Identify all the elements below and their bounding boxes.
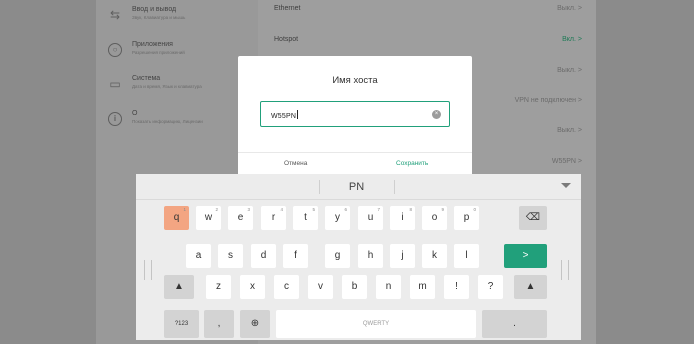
key-e[interactable]: e3 (228, 206, 253, 230)
key-k[interactable]: k (422, 244, 447, 268)
clear-icon[interactable]: × (432, 110, 441, 119)
row-value: Выкл. > (557, 5, 582, 12)
sidebar-item-subtitle: Разрешения приложений (132, 50, 185, 55)
hostname-input[interactable]: W55PN × (260, 101, 450, 127)
suggestion-word[interactable]: PN (319, 181, 394, 193)
key-j[interactable]: j (390, 244, 415, 268)
suggestion-divider (394, 180, 395, 194)
key-l[interactable]: l (454, 244, 479, 268)
key-m[interactable]: m (410, 275, 435, 299)
key-w[interactable]: w2 (196, 206, 221, 230)
key-question[interactable]: ? (478, 275, 503, 299)
settings-row-ethernet[interactable]: Ethernet Выкл. > (258, 0, 596, 26)
row-name: Ethernet (274, 5, 301, 12)
hostname-dialog: Имя хоста W55PN × Отмена Сохранить (238, 56, 472, 180)
sidebar-item-subtitle: Дата и время, Язык и клавиатура (132, 84, 202, 89)
sidebar-item-title: Ввод и вывод (132, 6, 177, 13)
text-cursor (296, 110, 298, 119)
sidebar-item-apps[interactable]: ○ Приложения Разрешения приложений (104, 37, 244, 65)
info-icon: i (108, 112, 122, 126)
hide-keyboard-icon[interactable] (561, 183, 571, 188)
on-screen-keyboard: PN q1 w2 e3 r4 t5 y6 u7 i8 o9 p0 ⌫ a s d… (136, 174, 581, 340)
key-p[interactable]: p0 (454, 206, 479, 230)
shift-key-left[interactable]: ▲ (164, 275, 194, 299)
row-name: Hotspot (274, 36, 299, 43)
dialog-title: Имя хоста (332, 75, 378, 86)
key-r[interactable]: r4 (261, 206, 286, 230)
hostname-input-value: W55PN (271, 110, 298, 120)
row-value: Выкл. > (557, 67, 582, 74)
backspace-icon: ⌫ (525, 212, 541, 223)
apps-icon: ○ (108, 43, 122, 57)
key-i[interactable]: i8 (390, 206, 415, 230)
globe-icon: ⊕ (250, 318, 260, 329)
sidebar-item-input-output[interactable]: ⇆ Ввод и вывод Звук, Клавиатура и мышь (104, 2, 244, 30)
monitor-icon: ▭ (109, 77, 121, 91)
sidebar-item-system[interactable]: ▭ Система Дата и время, Язык и клавиатур… (104, 71, 244, 99)
cancel-button[interactable]: Отмена (284, 160, 307, 167)
key-b[interactable]: b (342, 275, 367, 299)
key-n[interactable]: n (376, 275, 401, 299)
key-y[interactable]: y6 (325, 206, 350, 230)
row-value: W55PN > (551, 158, 582, 165)
row-value: Вкл. > (562, 36, 582, 43)
save-button[interactable]: Сохранить (396, 160, 428, 167)
space-key[interactable]: QWERTY (276, 310, 476, 338)
settings-row-hotspot[interactable]: Hotspot Вкл. > (258, 27, 596, 57)
sidebar-item-subtitle: Звук, Клавиатура и мышь (132, 15, 186, 20)
language-key[interactable]: ⊕ (240, 310, 270, 338)
input-text: W55PN (271, 113, 297, 120)
key-h[interactable]: h (358, 244, 383, 268)
keyboard-right-edge (561, 260, 569, 280)
sidebar-item-title: О (132, 110, 138, 117)
symbols-key[interactable]: ?123 (164, 310, 199, 338)
key-x[interactable]: x (240, 275, 265, 299)
arrow-right-icon: > (522, 250, 529, 261)
key-d[interactable]: d (251, 244, 276, 268)
period-key[interactable]: . (482, 310, 547, 338)
shift-key-right[interactable]: ▲ (514, 275, 547, 299)
key-v[interactable]: v (308, 275, 333, 299)
sidebar-item-title: Приложения (132, 41, 173, 48)
enter-key[interactable]: > (504, 244, 547, 268)
keyboard-icon: ⇆ (109, 8, 121, 22)
key-u[interactable]: u7 (358, 206, 383, 230)
key-q[interactable]: q1 (164, 206, 189, 230)
backspace-key[interactable]: ⌫ (519, 206, 547, 230)
sidebar-item-subtitle: Показать информацию, Лицензии (132, 119, 203, 124)
key-f[interactable]: f (283, 244, 308, 268)
key-c[interactable]: c (274, 275, 299, 299)
suggestion-strip: PN (136, 174, 581, 200)
sidebar-item-about[interactable]: i О Показать информацию, Лицензии (104, 106, 244, 134)
row-value: VPN не подключен > (514, 97, 582, 104)
shift-icon: ▲ (174, 281, 184, 292)
keyboard-left-edge (144, 260, 152, 280)
key-g[interactable]: g (325, 244, 350, 268)
key-a[interactable]: a (186, 244, 211, 268)
sidebar-item-title: Система (132, 75, 161, 82)
key-z[interactable]: z (206, 275, 231, 299)
key-exclamation[interactable]: ! (444, 275, 469, 299)
comma-key[interactable]: , (204, 310, 234, 338)
row-value: Выкл. > (557, 127, 582, 134)
key-s[interactable]: s (218, 244, 243, 268)
shift-icon: ▲ (525, 281, 536, 292)
dialog-divider (238, 152, 472, 153)
key-t[interactable]: t5 (293, 206, 318, 230)
key-o[interactable]: o9 (422, 206, 447, 230)
